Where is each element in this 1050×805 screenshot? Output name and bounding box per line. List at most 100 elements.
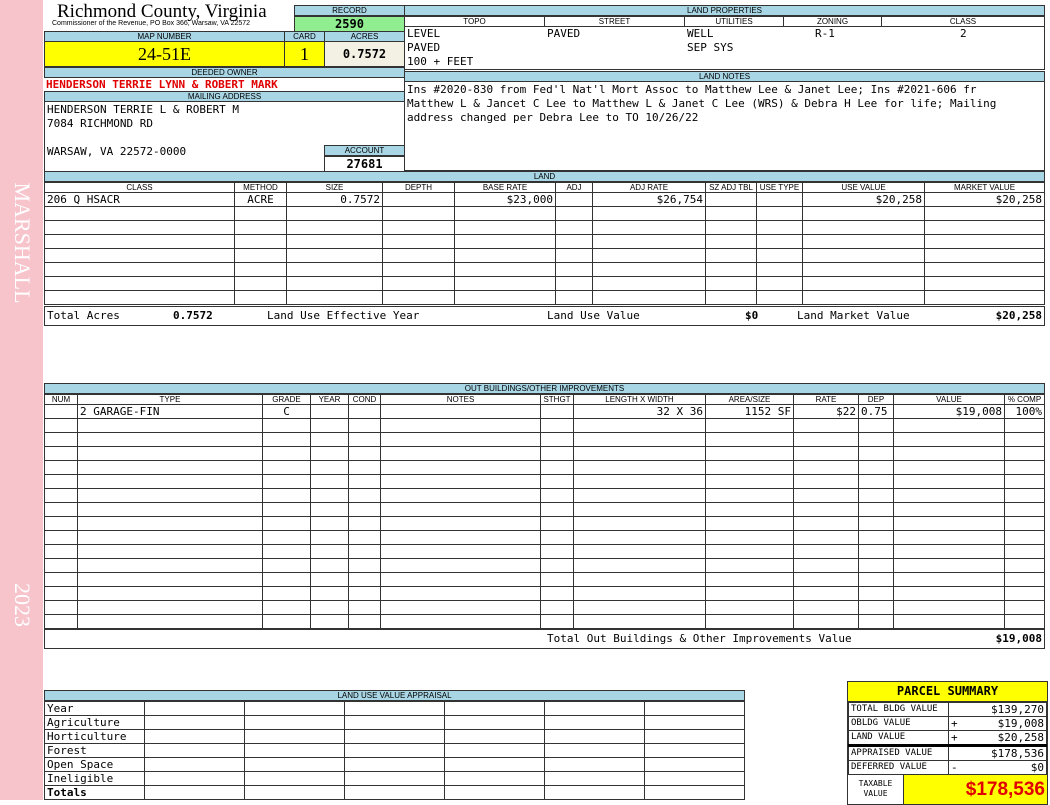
table-cell (802, 248, 925, 263)
table-cell (802, 206, 925, 221)
table-cell (793, 530, 859, 545)
table-cell (705, 290, 757, 305)
table-cell (44, 248, 235, 263)
table-cell (540, 544, 574, 559)
table-cell (310, 460, 349, 475)
table-cell (802, 276, 925, 291)
table-cell (793, 572, 859, 587)
table-cell (144, 771, 245, 786)
table-cell (382, 220, 455, 235)
table-row: Ineligible (44, 771, 745, 786)
table-cell (286, 248, 383, 263)
table-cell (262, 614, 311, 629)
column-header: GRADE (262, 394, 311, 405)
table-cell (893, 502, 1005, 517)
table-cell (705, 262, 757, 277)
record-label: RECORD (294, 5, 405, 16)
table-row (44, 614, 1045, 629)
table-row (44, 290, 1045, 305)
table-cell (244, 785, 345, 800)
table-cell (544, 771, 645, 786)
row-label: Forest (44, 743, 145, 758)
column-header: % COMP (1004, 394, 1045, 405)
table-cell (348, 474, 381, 489)
total-acres-label: Total Acres (47, 309, 120, 322)
table-cell (348, 446, 381, 461)
table-cell (540, 516, 574, 531)
land-property-value: LEVEL (407, 27, 441, 40)
column-header: METHOD (234, 182, 287, 193)
table-cell (756, 192, 803, 207)
table-cell (44, 502, 78, 517)
table-cell (555, 220, 593, 235)
table-cell (44, 404, 78, 419)
table-cell (705, 460, 794, 475)
table-row (44, 586, 1045, 601)
table-cell (1004, 474, 1045, 489)
table-cell (77, 600, 263, 615)
column-header: USE TYPE (756, 182, 803, 193)
table-cell (77, 474, 263, 489)
table-cell (310, 614, 349, 629)
table-cell (858, 530, 894, 545)
table-cell (344, 785, 445, 800)
land-market-value: $20,258 (995, 309, 1042, 322)
table-cell (348, 586, 381, 601)
summary-label: OBLDG VALUE (848, 716, 949, 731)
row-label: Totals (44, 785, 145, 800)
table-cell (893, 530, 1005, 545)
table-row (44, 530, 1045, 545)
table-cell (444, 729, 545, 744)
table-cell (234, 220, 287, 235)
table-cell (444, 701, 545, 716)
table-cell (858, 502, 894, 517)
table-cell (705, 234, 757, 249)
owner-label: DEEDED OWNER (44, 67, 405, 78)
table-cell (262, 474, 311, 489)
table-cell (382, 206, 455, 221)
table-cell (858, 558, 894, 573)
table-cell (382, 248, 455, 263)
parcel-summary-title: PARCEL SUMMARY (848, 682, 1047, 702)
table-cell (573, 586, 706, 601)
owner-value: HENDERSON TERRIE LYNN & ROBERT MARK (46, 78, 278, 91)
account-label: ACCOUNT (324, 145, 405, 156)
total-acres-value: 0.7572 (173, 309, 213, 322)
table-cell (756, 234, 803, 249)
col-street: STREET (544, 16, 685, 27)
table-cell (858, 614, 894, 629)
table-cell (310, 502, 349, 517)
column-header: COND (348, 394, 381, 405)
table-cell (644, 715, 745, 730)
table-row (44, 418, 1045, 433)
mailing-label: MAILING ADDRESS (44, 91, 405, 102)
table-cell (348, 614, 381, 629)
table-cell (555, 290, 593, 305)
table-cell (858, 488, 894, 503)
table-cell (44, 586, 78, 601)
table-cell (802, 234, 925, 249)
column-header: YEAR (310, 394, 349, 405)
land-use-appraisal-table: Year Agriculture Horticulture Forest Open Sp… (44, 701, 745, 800)
table-cell (244, 757, 345, 772)
table-cell (793, 516, 859, 531)
table-cell (893, 474, 1005, 489)
table-cell (344, 743, 445, 758)
map-number-value: 24-51E (44, 41, 285, 67)
table-row: Forest (44, 743, 745, 758)
table-cell (348, 502, 381, 517)
table-cell (592, 220, 706, 235)
table-cell (592, 234, 706, 249)
table-cell (262, 460, 311, 475)
table-cell (540, 558, 574, 573)
table-cell (380, 488, 541, 503)
table-cell (555, 234, 593, 249)
table-cell (382, 234, 455, 249)
land-property-value: PAVED (547, 27, 581, 40)
table-cell (924, 276, 1045, 291)
table-cell (44, 234, 235, 249)
table-cell (348, 516, 381, 531)
land-property-value: 100 + FEET (407, 55, 474, 68)
table-cell (1004, 600, 1045, 615)
table-cell (705, 572, 794, 587)
